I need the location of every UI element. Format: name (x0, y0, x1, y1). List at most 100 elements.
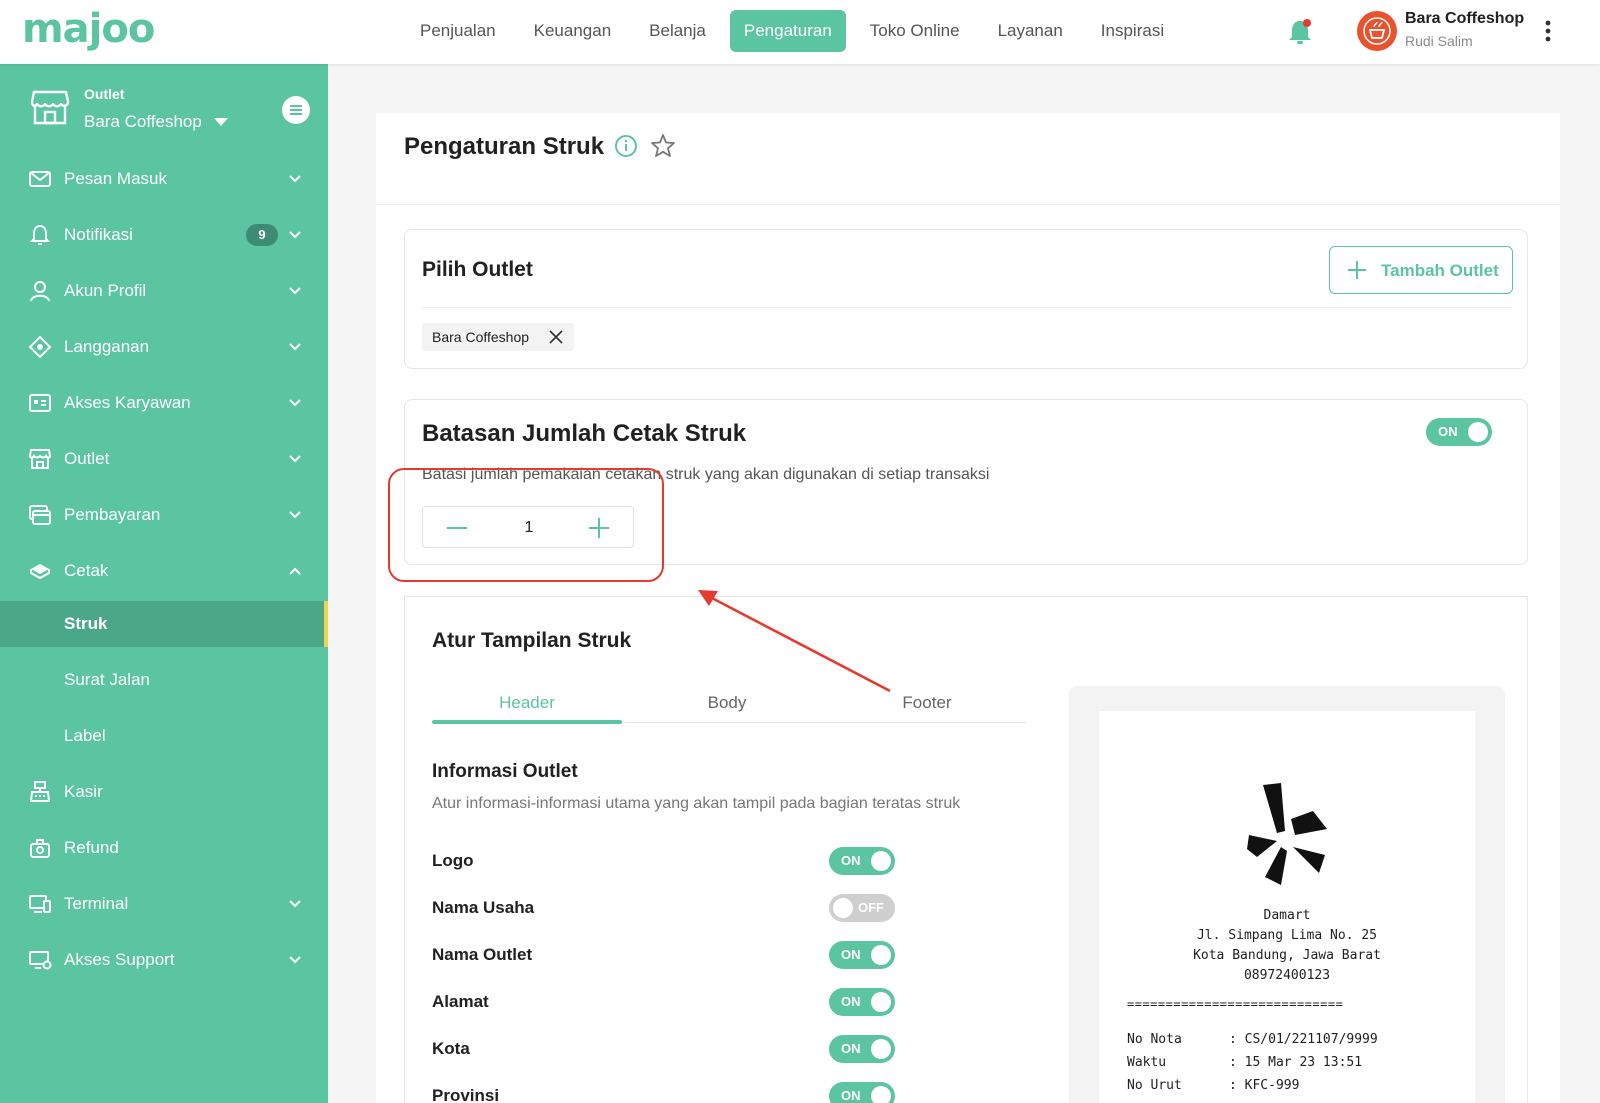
batasan-toggle[interactable]: ON (1426, 418, 1492, 446)
user-name[interactable]: Bara Coffeshop (1405, 10, 1524, 28)
informasi-outlet-title: Informasi Outlet (432, 761, 578, 782)
chevron-down-icon[interactable] (288, 897, 302, 911)
sidebar-item-akses-karyawan[interactable]: Akses Karyawan (0, 380, 328, 426)
receipt-field-value: : 15 Mar 23 13:51 (1229, 1055, 1363, 1070)
chevron-down-icon[interactable] (288, 953, 302, 967)
nav-toko-online[interactable]: Toko Online (856, 10, 974, 52)
coffee-cup-icon (1359, 13, 1395, 49)
toggle-provinsi[interactable]: ON (829, 1082, 895, 1103)
chevron-down-icon[interactable] (288, 396, 302, 410)
card-icon (29, 505, 51, 525)
notification-bell-icon[interactable] (1287, 18, 1313, 46)
sidebar-item-refund[interactable]: Refund (0, 825, 328, 871)
toggle-text: ON (1438, 424, 1458, 439)
page-header: Pengaturan Struk (376, 113, 1560, 205)
avatar[interactable] (1357, 11, 1397, 51)
plus-icon (1348, 261, 1366, 279)
refund-icon (30, 839, 50, 858)
star-icon[interactable] (650, 133, 676, 159)
sidebar-item-pesan-masuk[interactable]: Pesan Masuk (0, 156, 328, 202)
outlet-name[interactable]: Bara Coffeshop (84, 112, 202, 132)
sidebar: Outlet Bara Coffeshop Pesan Masuk Notifi… (0, 64, 328, 1103)
sidebar-item-akun-profil[interactable]: Akun Profil (0, 268, 328, 314)
toggle-text: ON (841, 994, 861, 1009)
sidebar-item-label: Refund (64, 838, 119, 857)
info-icon[interactable] (614, 134, 638, 158)
chevron-down-icon[interactable] (288, 284, 302, 298)
tambah-outlet-button[interactable]: Tambah Outlet (1329, 246, 1513, 294)
top-nav: Penjualan Keuangan Belanja Pengaturan To… (406, 10, 1188, 52)
sidebar-item-cetak[interactable]: Cetak (0, 548, 328, 594)
sidebar-item-kasir[interactable]: Kasir (0, 769, 328, 815)
sidebar-collapse-button[interactable] (282, 96, 310, 124)
bell-icon (29, 224, 51, 245)
sidebar-subitem-label[interactable]: Label (0, 713, 328, 759)
toggle-knob (833, 898, 853, 918)
diamond-icon (28, 335, 52, 359)
nav-keuangan[interactable]: Keuangan (520, 10, 626, 52)
tab-header[interactable]: Header (432, 681, 622, 721)
cashier-icon (29, 781, 51, 802)
selected-outlet-chip: Bara Coffeshop (422, 323, 574, 351)
row-label-logo: Logo (432, 851, 474, 870)
chevron-down-icon[interactable] (288, 228, 302, 242)
chevron-up-icon[interactable] (288, 564, 302, 578)
toggle-text: ON (841, 853, 861, 868)
sidebar-item-label: Langganan (64, 337, 150, 356)
sidebar-item-label: Akun Profil (64, 281, 147, 300)
nav-layanan[interactable]: Layanan (984, 10, 1077, 52)
user-subname: Rudi Salim (1405, 33, 1473, 49)
toggle-nama-usaha[interactable]: OFF (829, 894, 895, 922)
caret-down-icon[interactable] (214, 118, 228, 126)
store-icon (28, 449, 52, 469)
row-label-provinsi: Provinsi (432, 1086, 500, 1103)
nav-penjualan[interactable]: Penjualan (406, 10, 510, 52)
batasan-title: Batasan Jumlah Cetak Struk (422, 420, 747, 447)
toggle-logo[interactable]: ON (829, 847, 895, 875)
outlet-selector[interactable]: Outlet Bara Coffeshop (0, 64, 328, 156)
sidebar-item-outlet[interactable]: Outlet (0, 436, 328, 482)
sidebar-item-label: Pembayaran (64, 505, 161, 524)
majoo-logo[interactable]: majoo (22, 6, 155, 52)
sidebar-item-langganan[interactable]: Langganan (0, 324, 328, 370)
toggle-knob (871, 851, 891, 871)
sidebar-subitem-struk[interactable]: Struk (0, 601, 328, 647)
toggle-text: ON (841, 1041, 861, 1056)
receipt-field-key: No Urut (1127, 1078, 1182, 1093)
receipt-divider: ============================ (1127, 997, 1344, 1011)
receipt-phone: 08972400123 (1243, 968, 1331, 983)
toggle-text: ON (841, 1088, 861, 1103)
receipt-logo-icon (1247, 783, 1327, 885)
sidebar-subitem-label-text: Label (64, 726, 106, 745)
toggle-nama-outlet[interactable]: ON (829, 941, 895, 969)
store-icon (30, 90, 70, 125)
sidebar-item-terminal[interactable]: Terminal (0, 881, 328, 927)
nav-belanja[interactable]: Belanja (635, 10, 720, 52)
receipt-preview-area: Damart Jl. Simpang Lima No. 25 Kota Band… (1069, 686, 1505, 1103)
nav-inspirasi[interactable]: Inspirasi (1087, 10, 1178, 52)
sidebar-item-notifikasi[interactable]: Notifikasi 9 (0, 212, 328, 258)
printer-icon (30, 564, 50, 580)
sidebar-item-label: Outlet (64, 449, 110, 468)
row-label-nama-usaha: Nama Usaha (432, 898, 535, 917)
nav-pengaturan[interactable]: Pengaturan (729, 10, 846, 52)
chevron-down-icon[interactable] (288, 508, 302, 522)
toggle-kota[interactable]: ON (829, 1035, 895, 1063)
sidebar-subitem-surat-jalan[interactable]: Surat Jalan (0, 657, 328, 703)
receipt-business-name: Damart (1263, 908, 1311, 923)
close-icon[interactable] (549, 330, 563, 344)
sidebar-item-pembayaran[interactable]: Pembayaran (0, 492, 328, 538)
toggle-text: ON (841, 947, 861, 962)
chevron-down-icon[interactable] (288, 172, 302, 186)
sidebar-item-akses-support[interactable]: Akses Support (0, 937, 328, 983)
chevron-down-icon[interactable] (288, 452, 302, 466)
outlet-label: Outlet (84, 86, 125, 102)
annotation-highlight-box (388, 468, 664, 582)
chevron-down-icon[interactable] (288, 340, 302, 354)
kebab-menu-icon[interactable] (1544, 20, 1552, 42)
toggle-alamat[interactable]: ON (829, 988, 895, 1016)
chip-label: Bara Coffeshop (432, 329, 530, 345)
toggle-text: OFF (858, 900, 884, 915)
receipt-field-value: : CS/01/221107/9999 (1229, 1032, 1378, 1047)
settings-card: Pengaturan Struk Pilih Outlet Tambah Out… (376, 113, 1560, 1103)
